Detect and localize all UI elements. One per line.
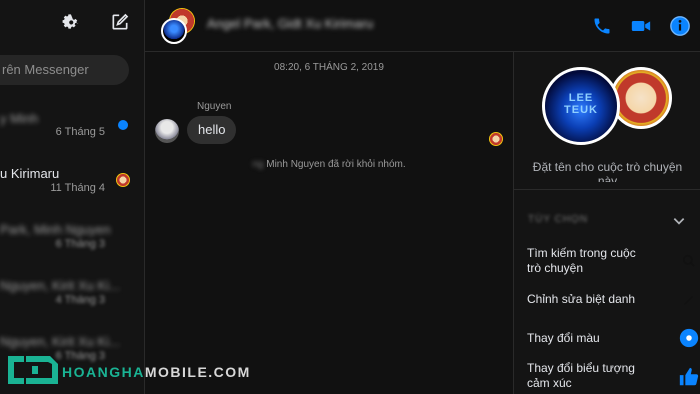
conversation-date: 6 Tháng 5 — [55, 126, 105, 138]
search-icon — [682, 254, 695, 267]
conversation-details-panel: LEE TEUK Đặt tên cho cuộc trò chuyện này… — [513, 52, 700, 394]
pencil-icon — [684, 295, 694, 305]
conversation-date: 4 Tháng 3 — [55, 294, 105, 306]
member-avatar: LEE TEUK — [542, 67, 620, 145]
compose-icon — [112, 13, 129, 30]
header-actions — [590, 12, 700, 40]
chevron-down-icon — [673, 218, 685, 225]
watermark: HOANGHAMOBILE.COM — [0, 346, 249, 394]
settings-button[interactable] — [56, 8, 84, 36]
video-call-button[interactable] — [629, 12, 654, 40]
thumbs-up-icon — [679, 367, 699, 386]
unread-indicator — [118, 120, 128, 130]
info-icon — [669, 16, 690, 36]
message-bubble[interactable]: hello — [187, 116, 237, 144]
conversation-item[interactable]: Nguyen, Kirit Xu Ki... 4 Tháng 3 — [0, 278, 145, 330]
gear-icon — [62, 14, 79, 29]
conversation-item[interactable]: y Minh 6 Tháng 5 — [0, 111, 145, 163]
sender-name: Nguyen — [197, 101, 232, 112]
option-label: Thay đổi màu — [527, 331, 600, 345]
collapse-options-button[interactable] — [672, 214, 686, 233]
conversation-item[interactable]: Park, Minh Nguyen 6 Tháng 3 — [0, 222, 145, 274]
name-conversation-link[interactable]: Đặt tên cho cuộc trò chuyện này — [514, 160, 700, 182]
chat-header: Angel Park, Gidt Xu Kirimaru — [145, 0, 700, 52]
system-message: ng Minh Nguyen đã rời khỏi nhóm. — [145, 159, 513, 170]
system-message-prefix: ng — [252, 159, 264, 170]
message-timestamp: 08:20, 6 THÁNG 2, 2019 — [274, 62, 384, 73]
conversation-date: 11 Tháng 4 — [50, 182, 105, 194]
hoangha-logo-icon — [8, 356, 58, 384]
avatar-text: TEUK — [564, 104, 598, 116]
conversation-name: Park, Minh Nguyen — [0, 222, 111, 237]
divider — [514, 189, 700, 190]
options-header[interactable]: TÙY CHỌN — [528, 214, 588, 225]
change-color-option[interactable]: Thay đổi màu — [527, 328, 699, 348]
edit-nicknames-option[interactable]: Chỉnh sửa biệt danh — [527, 292, 697, 307]
conversation-sidebar: rên Messenger y Minh 6 Tháng 5 u Kirimar… — [0, 0, 145, 394]
watermark-text: HOANGHAMOBILE.COM — [62, 364, 251, 380]
conversation-title[interactable]: Angel Park, Gidt Xu Kirimaru — [207, 16, 373, 31]
conversation-name: Nguyen, Kirit Xu Ki... — [0, 278, 120, 293]
conversation-name: u Kirimaru — [0, 166, 60, 181]
system-message-text: Minh Nguyen đã rời khỏi nhóm. — [266, 159, 406, 170]
option-label: Tìm kiếm trong cuộc trò chuyện — [527, 246, 636, 275]
change-emoji-option[interactable]: Thay đổi biểu tượng cảm xúc — [527, 361, 699, 391]
new-message-button[interactable] — [106, 8, 134, 36]
color-dot-icon — [679, 328, 699, 348]
sidebar-header — [56, 8, 134, 36]
option-label: Thay đổi biểu tượng cảm xúc — [527, 361, 635, 390]
avatar-text: LEE — [568, 92, 594, 104]
chat-panel: Angel Park, Gidt Xu Kirimaru 08:20, 6 TH… — [145, 0, 700, 394]
conversation-date: 6 Tháng 3 — [55, 238, 105, 250]
search-input[interactable]: rên Messenger — [0, 55, 129, 85]
conversation-name: y Minh — [0, 111, 39, 126]
call-button[interactable] — [590, 12, 615, 40]
search-in-conversation-option[interactable]: Tìm kiếm trong cuộc trò chuyện — [527, 246, 697, 276]
group-avatar[interactable] — [161, 8, 197, 44]
sender-avatar[interactable] — [155, 119, 179, 143]
phone-icon — [594, 18, 610, 34]
option-label: Chỉnh sửa biệt danh — [527, 292, 636, 306]
seen-avatar-icon — [489, 132, 503, 146]
video-icon — [631, 21, 651, 31]
conversation-info-button[interactable] — [667, 12, 692, 40]
seen-avatar-icon — [116, 173, 130, 187]
